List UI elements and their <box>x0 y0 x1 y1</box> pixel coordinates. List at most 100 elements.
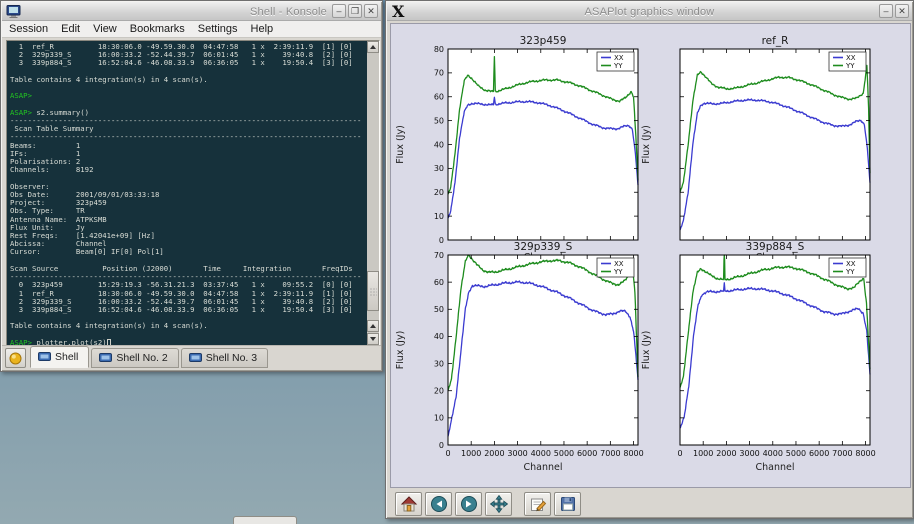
terminal-line: Table contains 4 integration(s) in 4 sca… <box>10 322 368 330</box>
toolbar-pan-button[interactable] <box>485 492 512 516</box>
svg-text:4000: 4000 <box>763 449 783 458</box>
back-icon <box>430 495 448 513</box>
subplot-title: 323p459 <box>520 35 567 47</box>
menu-item-help[interactable]: Help <box>251 23 274 35</box>
pan-icon <box>490 495 508 513</box>
toolbar-forward-button[interactable] <box>455 492 482 516</box>
subplot-title: ref_R <box>762 35 789 47</box>
asaplot-window-buttons: –✕ <box>879 4 909 18</box>
home-icon <box>400 495 418 513</box>
shell-tab-icon <box>189 353 202 363</box>
subplot-title: 329p339_S <box>514 241 573 253</box>
arrow-down-icon <box>370 337 376 341</box>
terminal-scrollbar[interactable] <box>367 41 379 346</box>
tab-shell[interactable]: Shell <box>30 346 89 368</box>
menu-item-edit[interactable]: Edit <box>61 23 80 35</box>
shell-tab-icon <box>99 353 112 363</box>
svg-text:7000: 7000 <box>832 449 852 458</box>
legend-entry-XX: XX <box>614 260 624 268</box>
scroll-up-button-2[interactable] <box>367 320 379 332</box>
asaplot-minimize-button[interactable]: – <box>879 4 893 18</box>
tab-label: Shell <box>55 351 78 363</box>
scroll-up-button[interactable] <box>367 41 379 53</box>
svg-text:10: 10 <box>434 212 444 221</box>
toolbar-back-button[interactable] <box>425 492 452 516</box>
konsole-close-button[interactable]: ✕ <box>364 4 378 18</box>
svg-text:40: 40 <box>434 332 444 341</box>
plot-navigation-toolbar <box>390 490 911 517</box>
svg-text:0: 0 <box>439 441 444 450</box>
svg-text:70: 70 <box>434 251 444 260</box>
x-axis-label: Channel <box>523 462 562 473</box>
asaplot-close-button[interactable]: ✕ <box>895 4 909 18</box>
svg-text:1000: 1000 <box>461 449 481 458</box>
legend-entry-XX: XX <box>846 54 856 62</box>
scrollbar-grip-icon <box>370 288 377 296</box>
svg-text:3000: 3000 <box>507 449 527 458</box>
terminal-line: 3 339p884_S 16:52:04.6 -46.08.33.9 06:36… <box>10 59 368 67</box>
terminal-line <box>10 175 368 183</box>
arrow-up-icon <box>370 324 376 328</box>
scrollbar-thumb[interactable] <box>367 271 379 311</box>
terminal-frame: 1 ref_R 18:30:06.0 -49.59.30.0 04:47:58 … <box>6 40 380 347</box>
konsole-tabbar: Shell Shell No. 2 Shell No. 3 <box>2 345 381 370</box>
svg-text:6000: 6000 <box>809 449 829 458</box>
svg-text:40: 40 <box>434 140 444 149</box>
save-icon <box>559 495 577 513</box>
legend-entry-YY: YY <box>613 268 623 276</box>
svg-text:30: 30 <box>434 359 444 368</box>
svg-text:2000: 2000 <box>484 449 504 458</box>
y-axis-label: Flux (Jy) <box>641 125 652 164</box>
y-axis-label: Flux (Jy) <box>641 331 652 370</box>
svg-text:5000: 5000 <box>554 449 574 458</box>
svg-text:50: 50 <box>434 305 444 314</box>
legend-entry-XX: XX <box>846 260 856 268</box>
terminal-line: 3 339p884_S 16:52:04.6 -46.08.33.9 06:36… <box>10 306 368 314</box>
svg-text:6000: 6000 <box>577 449 597 458</box>
konsole-minimize-button[interactable]: – <box>332 4 346 18</box>
tab-label: Shell No. 3 <box>206 352 257 364</box>
new-session-icon <box>9 352 22 365</box>
svg-text:60: 60 <box>434 93 444 102</box>
edit-icon <box>529 495 547 513</box>
konsole-maximize-button[interactable]: ❐ <box>348 4 362 18</box>
asaplot-titlebar[interactable]: X ASAPlot graphics window –✕ <box>387 2 912 21</box>
subplot-323p459: 01020304050607080323p459ChannelFlux (Jy)… <box>396 33 652 270</box>
scroll-down-button[interactable] <box>367 333 379 345</box>
legend-entry-YY: YY <box>613 62 623 70</box>
x-axis-label: Channel <box>755 462 794 473</box>
menu-item-bookmarks[interactable]: Bookmarks <box>130 23 185 35</box>
svg-text:0: 0 <box>445 449 450 458</box>
subplot-title: 339p884_S <box>746 241 805 253</box>
svg-text:7000: 7000 <box>600 449 620 458</box>
terminal-line: Channels: 8192 <box>10 166 368 174</box>
y-axis-label: Flux (Jy) <box>396 125 406 164</box>
konsole-app-icon <box>6 5 21 18</box>
terminal-line <box>10 84 368 92</box>
toolbar-edit-button[interactable] <box>524 492 551 516</box>
toolbar-home-button[interactable] <box>395 492 422 516</box>
session-tabs: Shell Shell No. 2 Shell No. 3 <box>30 346 270 370</box>
svg-text:3000: 3000 <box>739 449 759 458</box>
tab-shell-no-3[interactable]: Shell No. 3 <box>181 348 268 368</box>
konsole-titlebar[interactable]: Shell - Konsole –❐✕ <box>2 2 381 21</box>
terminal-output[interactable]: 1 ref_R 18:30:06.0 -49.59.30.0 04:47:58 … <box>7 41 368 346</box>
konsole-menubar: Session Edit View Bookmarks Settings Help <box>2 21 381 38</box>
menu-item-session[interactable]: Session <box>9 23 48 35</box>
tab-shell-no-2[interactable]: Shell No. 2 <box>91 348 178 368</box>
menu-item-view[interactable]: View <box>93 23 117 35</box>
subplot-339p884_S: 010002000300040005000600070008000339p884… <box>628 239 884 475</box>
toolbar-save-button[interactable] <box>554 492 581 516</box>
svg-text:1000: 1000 <box>693 449 713 458</box>
taskbar-peek <box>233 516 297 524</box>
new-session-button[interactable] <box>5 348 26 368</box>
subplot-ref_R: ref_RChannelFlux (Jy)XXYY <box>628 33 884 270</box>
subplot-329p339_S: 0100020003000400050006000700080000102030… <box>396 239 652 475</box>
svg-text:80: 80 <box>434 45 444 54</box>
forward-icon <box>460 495 478 513</box>
konsole-window-buttons: –❐✕ <box>332 4 378 18</box>
plot-figure-canvas[interactable]: 01020304050607080323p459ChannelFlux (Jy)… <box>390 23 911 488</box>
svg-text:10: 10 <box>434 414 444 423</box>
menu-item-settings[interactable]: Settings <box>198 23 238 35</box>
legend-entry-XX: XX <box>614 54 624 62</box>
